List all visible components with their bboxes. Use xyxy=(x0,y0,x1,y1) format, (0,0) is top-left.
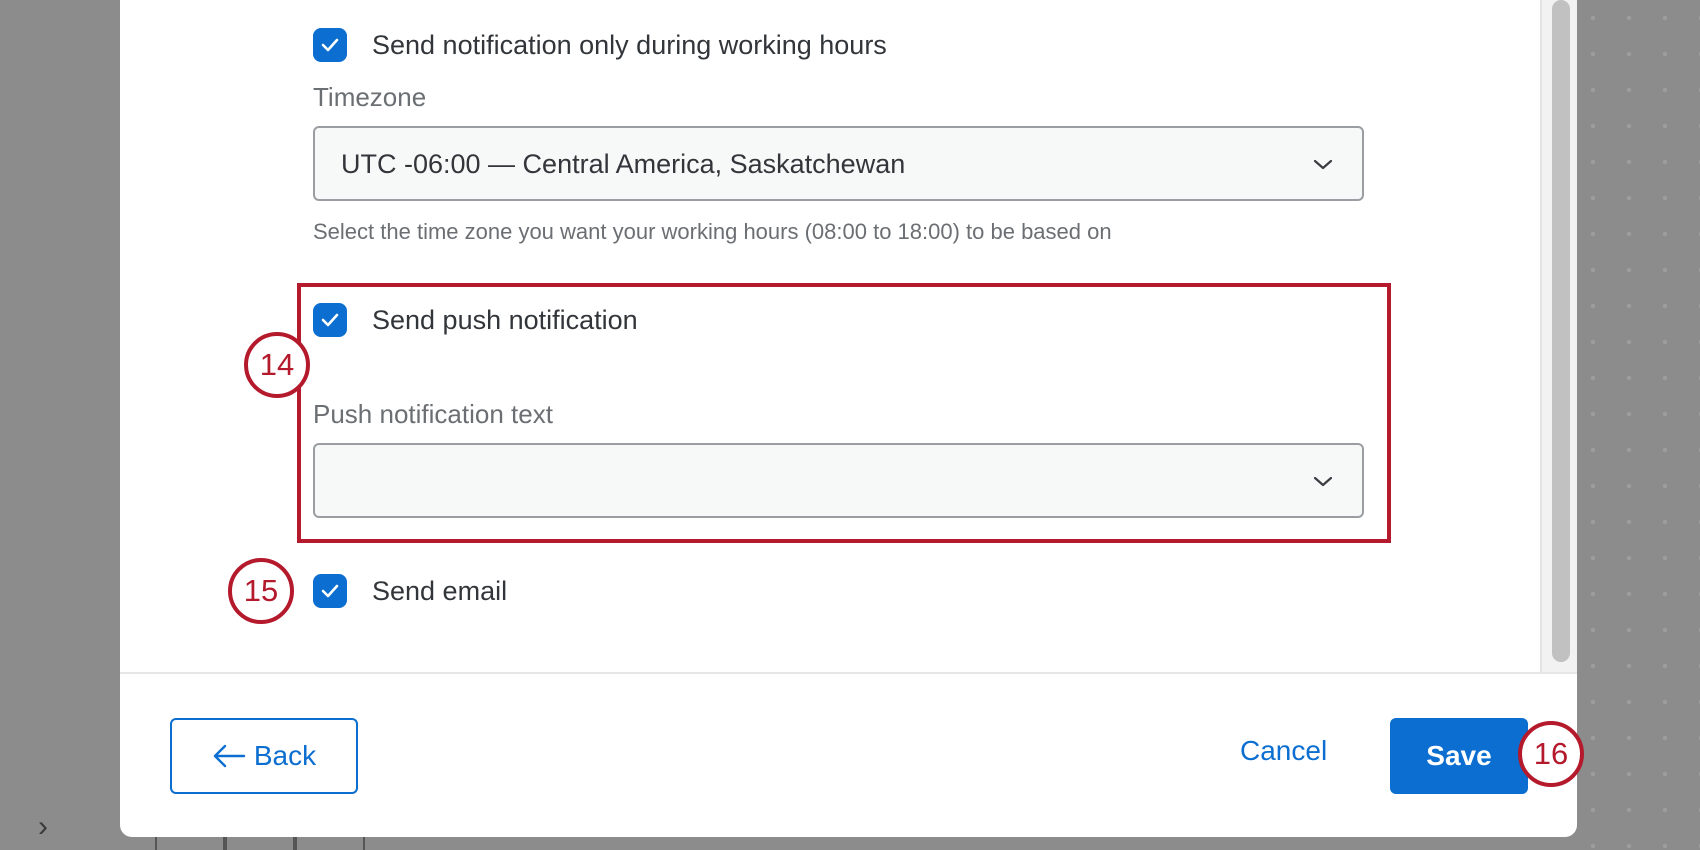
save-button[interactable]: Save xyxy=(1390,718,1528,794)
scrollbar-thumb[interactable] xyxy=(1552,0,1570,662)
working-hours-checkbox[interactable] xyxy=(313,28,347,62)
push-notification-label: Send push notification xyxy=(372,305,638,335)
step-badge-15: 15 xyxy=(228,558,294,624)
push-notification-checkbox[interactable] xyxy=(313,303,347,337)
back-button[interactable]: Back xyxy=(170,718,358,794)
send-email-checkbox[interactable] xyxy=(313,574,347,608)
timezone-label: Timezone xyxy=(313,82,427,112)
cancel-button[interactable]: Cancel xyxy=(1240,735,1327,767)
step-badge-14: 14 xyxy=(244,332,310,398)
timezone-helper-text: Select the time zone you want your worki… xyxy=(313,219,1112,244)
push-text-label: Push notification text xyxy=(313,399,553,429)
working-hours-label: Send notification only during working ho… xyxy=(372,30,887,60)
step-badge-16: 16 xyxy=(1518,721,1584,787)
check-icon xyxy=(321,584,339,598)
modal-content: Send notification only during working ho… xyxy=(120,0,1577,672)
check-icon xyxy=(321,313,339,327)
arrow-left-icon xyxy=(213,744,246,768)
chevron-right-icon[interactable]: › xyxy=(38,812,48,842)
back-button-label: Back xyxy=(253,740,317,771)
footer-divider xyxy=(120,672,1577,674)
timezone-value: UTC -06:00 — Central America, Saskatchew… xyxy=(341,149,906,179)
notification-settings-modal: Send notification only during working ho… xyxy=(120,0,1584,837)
send-email-label: Send email xyxy=(372,576,508,606)
timezone-select[interactable]: UTC -06:00 — Central America, Saskatchew… xyxy=(313,126,1364,201)
backdrop-pattern xyxy=(1575,0,1700,850)
push-text-select[interactable] xyxy=(313,443,1364,518)
check-icon xyxy=(321,38,339,52)
chevron-down-icon xyxy=(1312,470,1334,497)
chevron-down-icon xyxy=(1312,153,1334,180)
